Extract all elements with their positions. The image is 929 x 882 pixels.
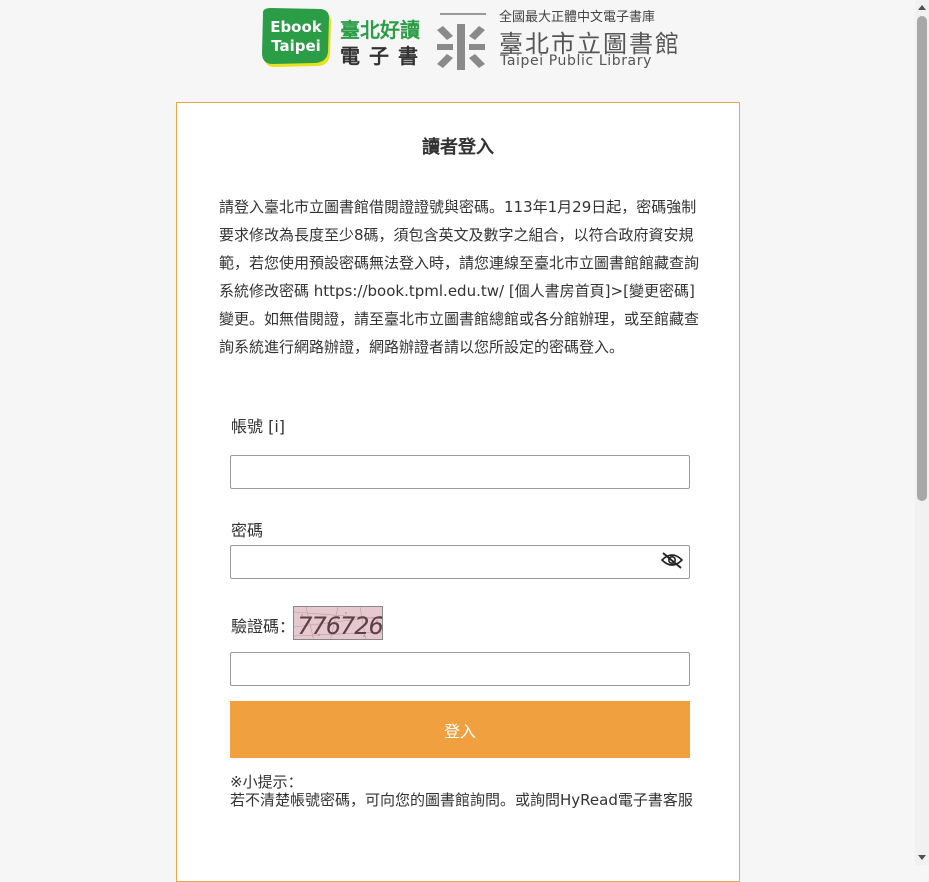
ebook-name-line2: 電子書	[340, 44, 427, 68]
captcha-label: 驗證碼：	[231, 617, 296, 636]
site-header: Ebook Taipei 臺北好讀 電子書 全國最大正體中文電子書庫 臺北市立圖…	[0, 0, 915, 100]
password-visibility-toggle[interactable]	[660, 548, 684, 572]
password-input[interactable]	[230, 545, 690, 579]
ebook-name: 臺北好讀 電子書	[340, 20, 427, 66]
library-name-en: Taipei Public Library	[500, 53, 652, 69]
ebook-logo-line1: Ebook	[270, 18, 323, 36]
captcha-input[interactable]	[230, 652, 690, 686]
captcha-code: 776726	[297, 612, 383, 640]
scroll-down-arrow-icon[interactable]	[918, 855, 926, 860]
login-title: 讀者登入	[422, 137, 494, 158]
account-input[interactable]	[230, 455, 690, 489]
captcha-image[interactable]: 776726	[293, 606, 383, 640]
login-tip: ※小提示： 若不清楚帳號密碼，可向您的圖書館詢問。或詢問HyRead電子書客服	[230, 773, 700, 809]
ebook-logo-line2: Taipei	[271, 37, 321, 55]
account-label: 帳號 [i]	[231, 417, 286, 436]
page-scrollbar[interactable]	[915, 0, 929, 865]
library-tagline: 全國最大正體中文電子書庫	[499, 10, 656, 25]
tip-body: 若不清楚帳號密碼，可向您的圖書館詢問。或詢問HyRead電子書客服	[230, 791, 693, 809]
login-button[interactable]: 登入	[230, 701, 690, 758]
library-logo-mark[interactable]	[437, 24, 487, 70]
eye-off-icon	[661, 552, 683, 569]
password-label: 密碼	[231, 521, 264, 540]
login-card: 讀者登入 請登入臺北市立圖書館借閱證證號與密碼。113年1月29日起，密碼強制要…	[176, 102, 740, 882]
header-divider	[440, 13, 486, 15]
ebook-taipei-logo[interactable]: Ebook Taipei	[261, 8, 333, 70]
scroll-up-arrow-icon[interactable]	[918, 5, 926, 10]
tip-title: ※小提示：	[230, 773, 303, 791]
login-notice: 請登入臺北市立圖書館借閱證證號與密碼。113年1月29日起，密碼強制要求修改為長…	[219, 198, 700, 356]
ebook-name-line1: 臺北好讀	[340, 18, 420, 42]
scrollbar-thumb[interactable]	[917, 16, 927, 501]
